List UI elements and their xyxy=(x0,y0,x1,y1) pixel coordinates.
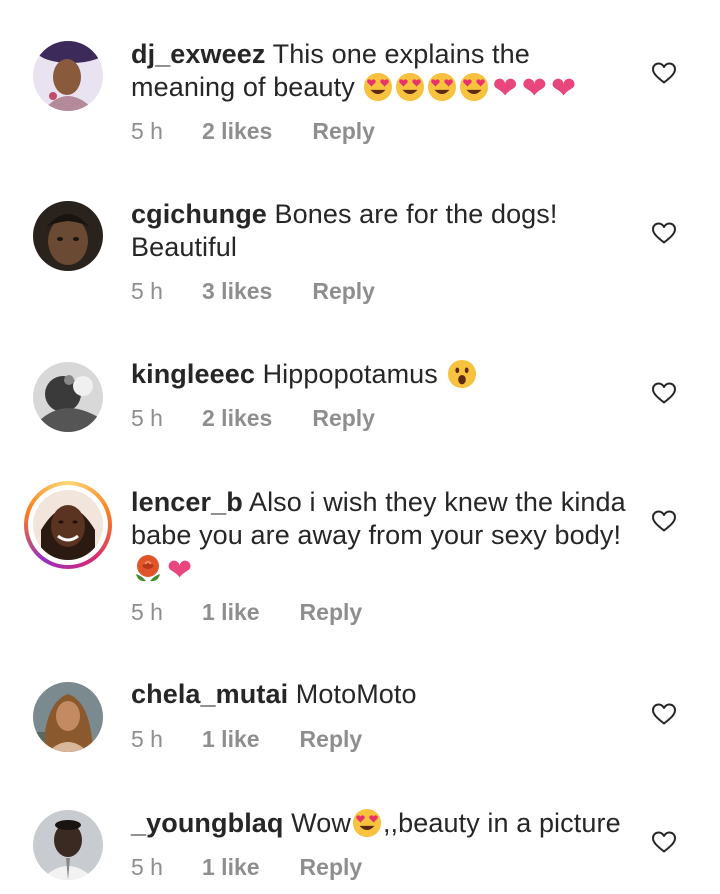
reply-button[interactable]: Reply xyxy=(300,726,363,752)
avatar-story-ring[interactable] xyxy=(24,481,112,569)
heart-eyes-emoji xyxy=(352,808,382,838)
like-heart-icon[interactable] xyxy=(651,61,677,85)
comment-text: dj_exweez This one explains the meaning … xyxy=(131,38,636,104)
comment-body-continued: ,,beauty in a picture xyxy=(382,808,621,838)
comment-time: 5 h xyxy=(131,405,163,431)
comment-meta: 5 h 1 like Reply xyxy=(131,599,362,626)
likes-count[interactable]: 2 likes xyxy=(202,405,272,432)
likes-count[interactable]: 1 like xyxy=(202,854,260,881)
comment-time: 5 h xyxy=(131,118,163,144)
reply-button[interactable]: Reply xyxy=(300,599,363,625)
pink-heart-emoji: ❤ xyxy=(521,72,547,105)
reply-button[interactable]: Reply xyxy=(312,405,375,431)
avatar[interactable] xyxy=(33,810,103,880)
avatar xyxy=(33,490,103,560)
comment-username[interactable]: dj_exweez xyxy=(131,39,265,69)
comment-body: MotoMoto xyxy=(288,679,417,709)
like-heart-icon[interactable] xyxy=(651,702,677,726)
comment-text: _youngblaq Wow ,,beauty in a picture xyxy=(131,807,636,840)
likes-count[interactable]: 1 like xyxy=(202,599,260,626)
avatar-photo xyxy=(33,362,103,432)
likes-count[interactable]: 2 likes xyxy=(202,118,272,145)
comment-text: kingleeec Hippopotamus xyxy=(131,358,636,391)
avatar-photo xyxy=(33,810,103,880)
comment-username[interactable]: _youngblaq xyxy=(131,808,284,838)
avatar-photo xyxy=(33,682,103,752)
comment-body: Wow xyxy=(283,808,351,838)
like-heart-icon[interactable] xyxy=(651,381,677,405)
heart-eyes-emoji xyxy=(363,72,393,102)
reply-button[interactable]: Reply xyxy=(312,118,375,144)
likes-count[interactable]: 1 like xyxy=(202,726,260,753)
pink-heart-emoji: ❤ xyxy=(550,72,577,105)
comment-time: 5 h xyxy=(131,854,163,880)
heart-eyes-emoji xyxy=(427,72,457,102)
avatar-photo xyxy=(33,41,103,111)
avatar-photo xyxy=(33,201,103,271)
comment-time: 5 h xyxy=(131,278,163,304)
comment-text: cgichunge Bones are for the dogs! Beauti… xyxy=(131,198,636,264)
astonished-emoji xyxy=(447,359,477,389)
reply-button[interactable]: Reply xyxy=(300,854,363,880)
pink-heart-emoji: ❤ xyxy=(167,554,193,587)
comment-time: 5 h xyxy=(131,726,163,752)
comment-meta: 5 h 2 likes Reply xyxy=(131,118,375,145)
avatar[interactable] xyxy=(33,362,103,432)
pink-heart-emoji: ❤ xyxy=(492,72,518,105)
comment-username[interactable]: kingleeec xyxy=(131,359,255,389)
heart-eyes-emoji xyxy=(395,72,425,102)
rose-emoji xyxy=(132,552,164,584)
avatar[interactable] xyxy=(33,682,103,752)
like-heart-icon[interactable] xyxy=(651,221,677,245)
comment-username[interactable]: lencer_b xyxy=(131,487,243,517)
comment-meta: 5 h 1 like Reply xyxy=(131,854,362,881)
likes-count[interactable]: 3 likes xyxy=(202,278,272,305)
comment-username[interactable]: cgichunge xyxy=(131,199,267,229)
comment-text: chela_mutai MotoMoto xyxy=(131,678,636,711)
comment-text: lencer_b Also i wish they knew the kinda… xyxy=(131,486,636,586)
comment-username[interactable]: chela_mutai xyxy=(131,679,288,709)
reply-button[interactable]: Reply xyxy=(312,278,375,304)
comment-body: Hippopotamus xyxy=(254,359,446,389)
like-heart-icon[interactable] xyxy=(651,830,677,854)
avatar[interactable] xyxy=(33,201,103,271)
avatar-photo xyxy=(33,490,103,560)
comment-time: 5 h xyxy=(131,599,163,625)
like-heart-icon[interactable] xyxy=(651,509,677,533)
comment-meta: 5 h 1 like Reply xyxy=(131,726,362,753)
comment-meta: 5 h 2 likes Reply xyxy=(131,405,375,432)
avatar[interactable] xyxy=(33,41,103,111)
comment-meta: 5 h 3 likes Reply xyxy=(131,278,375,305)
heart-eyes-emoji xyxy=(459,72,489,102)
